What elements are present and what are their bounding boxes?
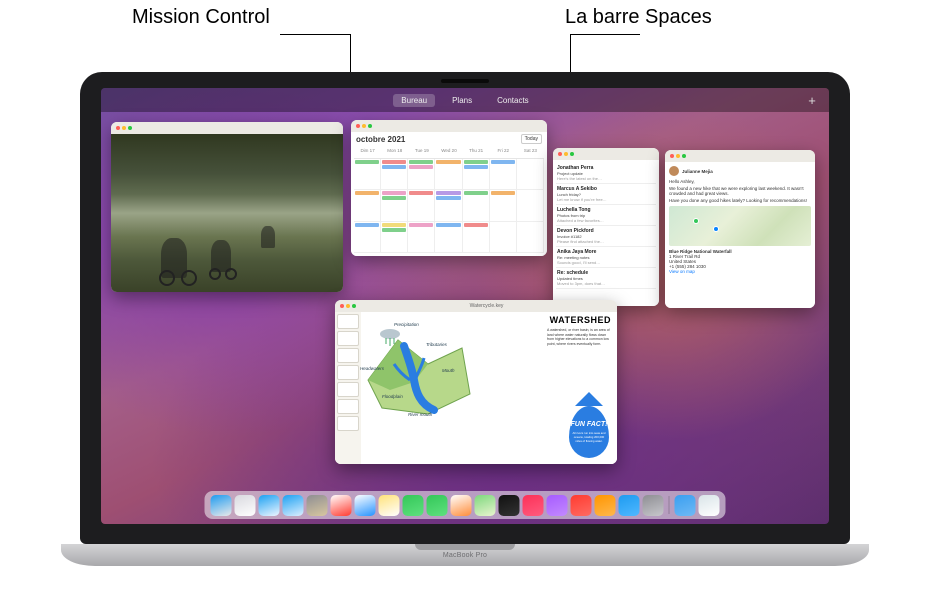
callout-line <box>570 34 640 35</box>
keynote-slide-thumb[interactable] <box>337 314 359 329</box>
callout-line <box>280 34 350 35</box>
dock-app-tv[interactable] <box>499 495 520 516</box>
mail-map-preview[interactable] <box>669 206 811 246</box>
window-keynote[interactable]: Watercycle.key <box>335 300 617 464</box>
label-tributaries: Tributaries <box>426 342 447 347</box>
keynote-slide-thumb[interactable] <box>337 331 359 346</box>
mail-greeting: Hello Ashley, <box>669 179 811 184</box>
dock-app-photos[interactable] <box>451 495 472 516</box>
spaces-bar: Bureau Plans Contacts + <box>101 88 829 112</box>
window-calendar[interactable]: octobre 2021 Today Dim 17Mon 18Tue 19Wed… <box>351 120 547 256</box>
dock-app-notes[interactable] <box>379 495 400 516</box>
funfact-title: FUN FACT! <box>571 421 608 428</box>
screen-bezel: Bureau Plans Contacts + <box>80 72 850 544</box>
dock-app-safari[interactable] <box>259 495 280 516</box>
trackpad-notch <box>415 544 515 550</box>
funfact-drop: FUN FACT! All rivers run into seas and o… <box>569 406 609 458</box>
mail-list-item[interactable]: Jonathan PerraProject updateHere's the l… <box>556 163 656 184</box>
space-bureau[interactable]: Bureau <box>393 94 435 107</box>
keynote-doc-title: Watercycle.key <box>356 303 617 309</box>
space-contacts[interactable]: Contacts <box>489 94 537 107</box>
label-floodplain: Floodplain <box>382 394 403 399</box>
mail-body-line: Have you done any good hikes lately? Loo… <box>669 198 811 203</box>
mail-sender: Julianne Mejia <box>682 169 713 174</box>
calendar-grid <box>354 158 544 253</box>
dock-app-maps[interactable] <box>475 495 496 516</box>
keynote-slide-thumb[interactable] <box>337 382 359 397</box>
keynote-slide-thumb[interactable] <box>337 399 359 414</box>
dock-trash[interactable] <box>699 495 720 516</box>
photo-content <box>111 134 343 292</box>
mail-list-item[interactable]: Anika Jaya MoreRe: meeting notesSounds g… <box>556 247 656 268</box>
laptop-frame: Bureau Plans Contacts + <box>80 72 850 592</box>
label-mouth: Mouth <box>442 368 455 373</box>
label-precipitation: Precipitation <box>394 322 419 327</box>
dock <box>205 491 726 519</box>
mail-list-item[interactable]: Re: scheduleUpdated timesMoved to 3pm, d… <box>556 268 656 289</box>
dock-app-calendar[interactable] <box>331 495 352 516</box>
window-preview-photo[interactable] <box>111 122 343 292</box>
keynote-slide-thumb[interactable] <box>337 365 359 380</box>
keynote-slide-thumb[interactable] <box>337 416 359 431</box>
mail-list-item[interactable]: Marcus A SekiboLunch friday?Let me know … <box>556 184 656 205</box>
window-titlebar <box>111 122 343 134</box>
label-headwaters: Headwaters <box>360 366 384 371</box>
desktop: Bureau Plans Contacts + <box>101 88 829 524</box>
watershed-heading: WATERSHED <box>550 315 611 325</box>
dock-app-launchpad[interactable] <box>235 495 256 516</box>
calendar-day-headers: Dim 17Mon 18Tue 19Wed 20Thu 21Fri 22Sat … <box>354 148 544 153</box>
callout-spaces-bar: La barre Spaces <box>565 6 712 29</box>
add-space-button[interactable]: + <box>805 93 819 107</box>
window-titlebar <box>351 120 547 132</box>
dock-app-news[interactable] <box>571 495 592 516</box>
watershed-body: A watershed, or river basin, is an area … <box>547 328 611 346</box>
calendar-today-button[interactable]: Today <box>521 134 542 144</box>
calendar-month-title: octobre 2021 <box>356 135 405 144</box>
mail-map-link[interactable]: View on map <box>669 269 811 274</box>
dock-app-finder[interactable] <box>211 495 232 516</box>
funfact-body: All rivers run into seas and oceans, tot… <box>572 431 606 443</box>
camera-notch <box>441 79 489 83</box>
keynote-slide-thumb[interactable] <box>337 348 359 363</box>
window-titlebar: Watercycle.key <box>335 300 617 312</box>
mail-body-line: We found a new hike that we were explori… <box>669 186 811 196</box>
dock-app-music[interactable] <box>523 495 544 516</box>
mail-list-item[interactable]: Devon PickfordInvoice #1182Please find a… <box>556 226 656 247</box>
window-mail-message[interactable]: Julianne Mejia Hello Ashley, We found a … <box>665 150 815 308</box>
window-titlebar <box>665 150 815 162</box>
dock-app-books[interactable] <box>595 495 616 516</box>
space-plans[interactable]: Plans <box>444 94 480 107</box>
dock-app-contacts[interactable] <box>307 495 328 516</box>
avatar <box>669 166 679 176</box>
window-titlebar <box>553 148 659 160</box>
window-mail-inbox[interactable]: Jonathan PerraProject updateHere's the l… <box>553 148 659 306</box>
keynote-slide-panel[interactable] <box>335 312 361 464</box>
mail-list-item[interactable]: Luchella TongPhotos from tripAttached a … <box>556 205 656 226</box>
mission-control-area: octobre 2021 Today Dim 17Mon 18Tue 19Wed… <box>101 112 829 484</box>
dock-app-facetime[interactable] <box>427 495 448 516</box>
dock-app-reminders[interactable] <box>355 495 376 516</box>
dock-app-settings[interactable] <box>643 495 664 516</box>
keynote-canvas: WATERSHED A watershed, or river basin, i… <box>361 312 617 464</box>
dock-app-mail[interactable] <box>283 495 304 516</box>
callout-mission-control: Mission Control <box>132 6 270 29</box>
dock-app-messages[interactable] <box>403 495 424 516</box>
label-river-mouth: River mouth <box>408 412 432 417</box>
dock-app-podcasts[interactable] <box>547 495 568 516</box>
dock-downloads[interactable] <box>675 495 696 516</box>
dock-separator <box>669 496 670 514</box>
dock-app-appstore[interactable] <box>619 495 640 516</box>
watershed-diagram: Precipitation Tributaries Headwaters Flo… <box>364 324 474 419</box>
laptop-base: MacBook Pro <box>61 544 869 566</box>
laptop-brand: MacBook Pro <box>443 552 487 559</box>
